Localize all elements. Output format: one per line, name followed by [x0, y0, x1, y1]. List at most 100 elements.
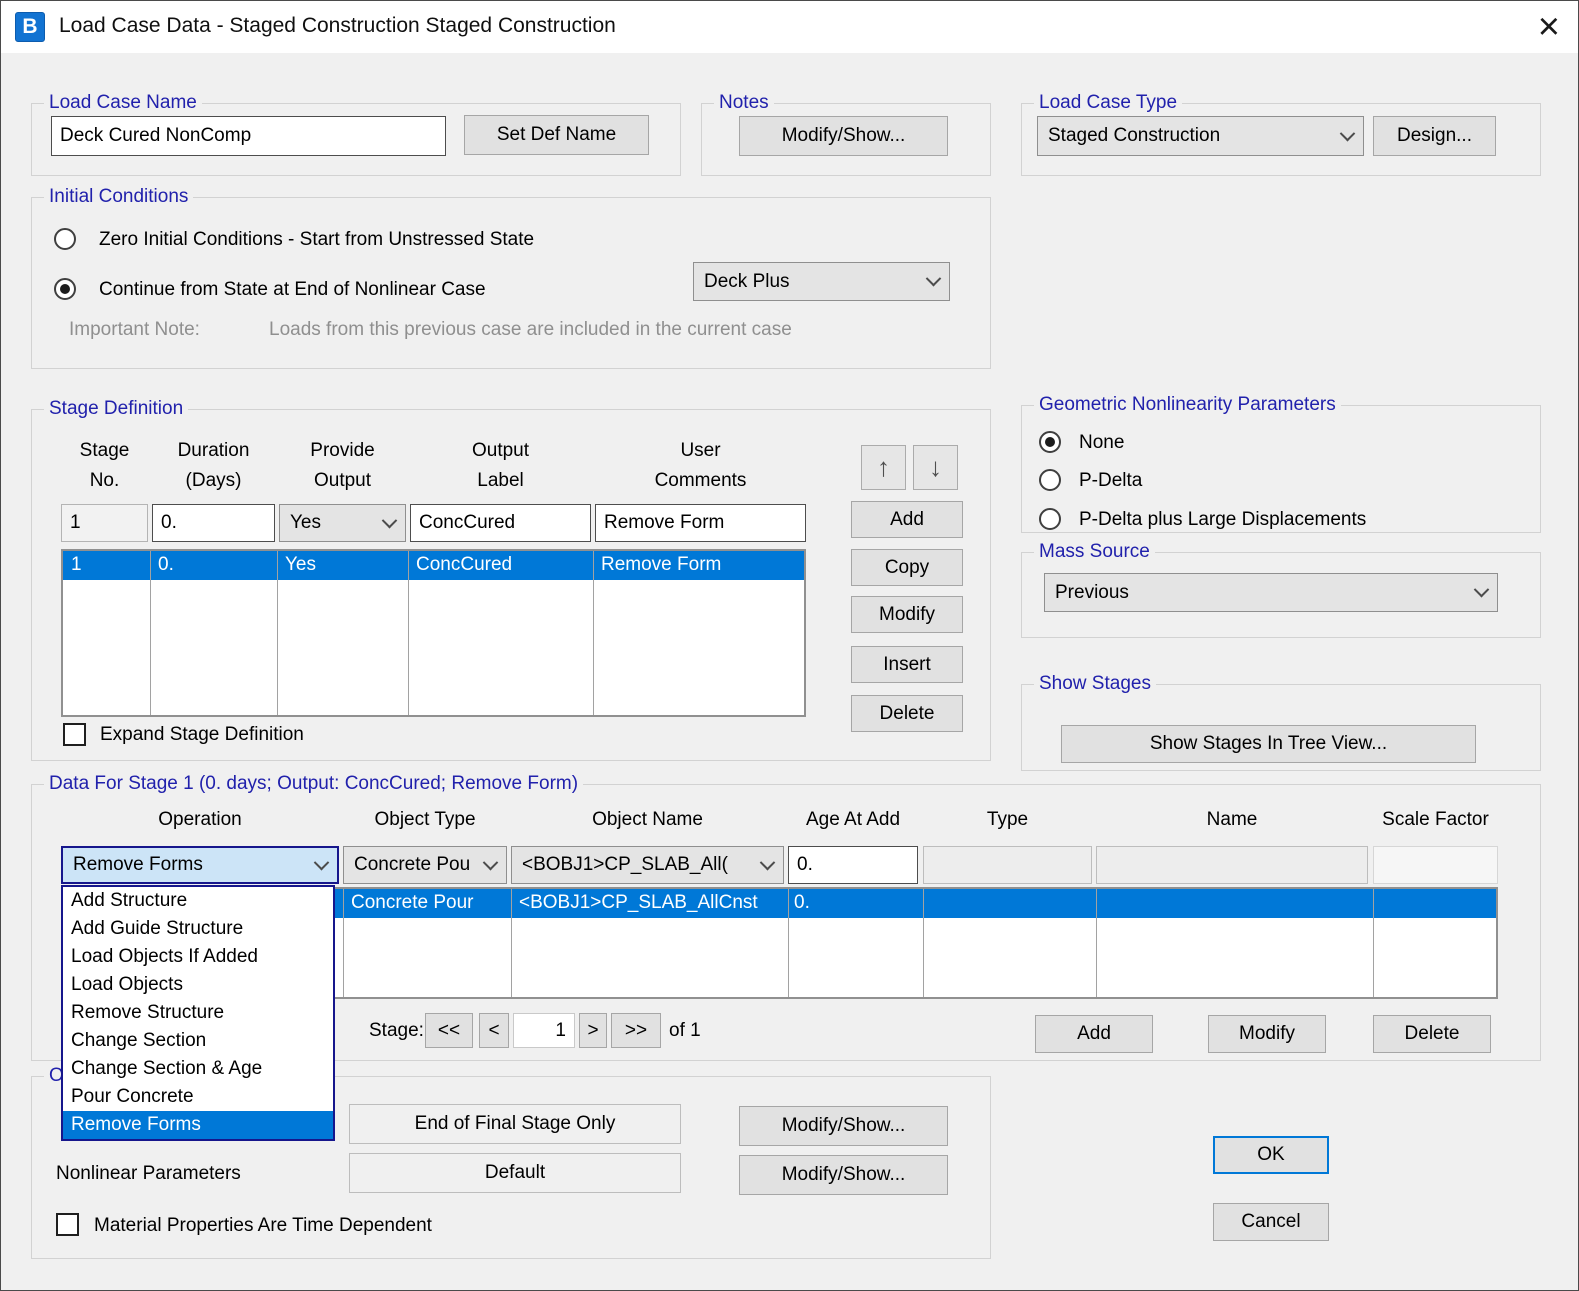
continue-from-state-radio[interactable]	[54, 278, 76, 300]
selected-object-name: <BOBJ1>CP_SLAB_AllCnst	[519, 892, 758, 914]
load-case-type-value: Staged Construction	[1048, 125, 1220, 147]
initial-conditions-label: Initial Conditions	[44, 186, 193, 208]
expand-stage-definition-checkbox[interactable]	[63, 723, 86, 746]
geometric-nonlinearity-label: Geometric Nonlinearity Parameters	[1034, 394, 1341, 416]
ok-button[interactable]: OK	[1213, 1136, 1329, 1174]
stage-next-button[interactable]: >	[579, 1013, 607, 1048]
col-header-output-label: OutputLabel	[410, 436, 591, 496]
dropdown-item-pour-concrete[interactable]: Pour Concrete	[63, 1083, 333, 1111]
nonlinear-case-select[interactable]: Deck Plus	[693, 262, 950, 301]
object-type-select[interactable]: Concrete Pou	[343, 846, 507, 884]
close-icon[interactable]: ×	[1538, 3, 1560, 51]
move-stage-up-button[interactable]: ↑	[861, 445, 906, 490]
col-header-stage-no: StageNo.	[61, 436, 148, 496]
chevron-down-icon	[1474, 582, 1490, 598]
notes-modify-show-button[interactable]: Modify/Show...	[739, 116, 948, 156]
mass-source-value: Previous	[1055, 582, 1129, 604]
stage-first-button[interactable]: <<	[425, 1013, 473, 1048]
mass-source-label: Mass Source	[1034, 541, 1155, 563]
chevron-down-icon	[314, 854, 330, 870]
down-arrow-icon: ↓	[929, 452, 942, 483]
data-modify-button[interactable]: Modify	[1208, 1015, 1326, 1053]
p-delta-option[interactable]: P-Delta	[1079, 470, 1142, 492]
p-delta-large-displacements-option[interactable]: P-Delta plus Large Displacements	[1079, 509, 1366, 531]
cancel-button[interactable]: Cancel	[1213, 1203, 1329, 1241]
dropdown-item-add-structure[interactable]: Add Structure	[63, 887, 333, 915]
move-stage-down-button[interactable]: ↓	[913, 445, 958, 490]
stage-modify-button[interactable]: Modify	[851, 596, 963, 633]
chevron-down-icon	[926, 271, 942, 287]
load-case-data-dialog: B Load Case Data - Staged Construction S…	[0, 0, 1579, 1291]
duration-input[interactable]: 0.	[152, 504, 275, 542]
stage-last-button[interactable]: >>	[611, 1013, 661, 1048]
selected-output-label: ConcCured	[416, 554, 512, 576]
design-button[interactable]: Design...	[1373, 116, 1496, 156]
nonlinear-parameters-display: Default	[349, 1153, 681, 1193]
dropdown-item-add-guide-structure[interactable]: Add Guide Structure	[63, 915, 333, 943]
load-case-name-input[interactable]	[51, 116, 446, 156]
stage-copy-button[interactable]: Copy	[851, 549, 963, 586]
stage-prev-button[interactable]: <	[479, 1013, 509, 1048]
none-option[interactable]: None	[1079, 432, 1124, 454]
p-delta-radio[interactable]	[1039, 469, 1061, 491]
stage-delete-button[interactable]: Delete	[851, 695, 963, 732]
mass-source-select[interactable]: Previous	[1044, 573, 1498, 612]
important-note-label: Important Note:	[69, 319, 200, 341]
material-time-dependent-label: Material Properties Are Time Dependent	[94, 1215, 432, 1237]
notes-label: Notes	[714, 92, 774, 114]
stage-insert-button[interactable]: Insert	[851, 646, 963, 683]
operation-dropdown-list[interactable]: Add Structure Add Guide Structure Load O…	[61, 885, 335, 1141]
set-def-name-button[interactable]: Set Def Name	[464, 115, 649, 155]
stage-no-cell: 1	[61, 504, 148, 542]
up-arrow-icon: ↑	[877, 452, 890, 483]
stage-definition-list[interactable]: 1 0. Yes ConcCured Remove Form	[61, 549, 806, 717]
col-header-type: Type	[923, 809, 1092, 831]
col-header-scale-factor: Scale Factor	[1373, 809, 1498, 831]
zero-initial-conditions-option[interactable]: Zero Initial Conditions - Start from Uns…	[99, 229, 534, 251]
chevron-down-icon	[483, 854, 499, 870]
type-cell-disabled	[923, 846, 1092, 884]
selected-provide-output: Yes	[285, 554, 316, 576]
output-label-input[interactable]: ConcCured	[410, 504, 591, 542]
dropdown-item-remove-structure[interactable]: Remove Structure	[63, 999, 333, 1027]
p-delta-large-displacements-radio[interactable]	[1039, 508, 1061, 530]
data-add-button[interactable]: Add	[1035, 1015, 1153, 1053]
none-radio[interactable]	[1039, 431, 1061, 453]
expand-stage-definition-label: Expand Stage Definition	[100, 724, 304, 746]
selected-duration: 0.	[158, 554, 174, 576]
zero-initial-conditions-radio[interactable]	[54, 228, 76, 250]
continue-from-state-option[interactable]: Continue from State at End of Nonlinear …	[99, 279, 486, 301]
object-name-value: <BOBJ1>CP_SLAB_All(	[522, 854, 728, 876]
results-saved-display: End of Final Stage Only	[349, 1104, 681, 1144]
show-stages-label: Show Stages	[1034, 673, 1156, 695]
results-saved-modify-show-button[interactable]: Modify/Show...	[739, 1106, 948, 1146]
material-time-dependent-checkbox[interactable]	[56, 1213, 79, 1236]
selected-stage-no: 1	[71, 554, 82, 576]
load-case-type-select[interactable]: Staged Construction	[1037, 116, 1364, 156]
show-stages-tree-view-button[interactable]: Show Stages In Tree View...	[1061, 725, 1476, 763]
dropdown-item-change-section[interactable]: Change Section	[63, 1027, 333, 1055]
stage-definition-label: Stage Definition	[44, 398, 188, 420]
nonlinear-case-value: Deck Plus	[704, 271, 790, 293]
csibridge-app-icon: B	[15, 12, 45, 42]
provide-output-select[interactable]: Yes	[279, 504, 406, 542]
dropdown-item-load-objects-if-added[interactable]: Load Objects If Added	[63, 943, 333, 971]
provide-output-value: Yes	[290, 512, 321, 534]
col-header-name: Name	[1096, 809, 1368, 831]
operation-select[interactable]: Remove Forms	[61, 846, 339, 884]
chevron-down-icon	[382, 512, 398, 528]
stage-add-button[interactable]: Add	[851, 501, 963, 538]
col-header-operation: Operation	[61, 809, 339, 831]
object-name-select[interactable]: <BOBJ1>CP_SLAB_All(	[511, 846, 784, 884]
nonlinear-modify-show-button[interactable]: Modify/Show...	[739, 1155, 948, 1195]
data-for-stage-label: Data For Stage 1 (0. days; Output: ConcC…	[44, 773, 583, 795]
age-at-add-input[interactable]: 0.	[788, 846, 918, 884]
selected-object-type: Concrete Pour	[351, 892, 474, 914]
data-delete-button[interactable]: Delete	[1373, 1015, 1491, 1053]
dropdown-item-remove-forms[interactable]: Remove Forms	[63, 1111, 333, 1139]
dropdown-item-change-section-age[interactable]: Change Section & Age	[63, 1055, 333, 1083]
stage-number-input[interactable]	[513, 1013, 575, 1048]
col-header-age-at-add: Age At Add	[788, 809, 918, 831]
dropdown-item-load-objects[interactable]: Load Objects	[63, 971, 333, 999]
user-comments-input[interactable]: Remove Form	[595, 504, 806, 542]
